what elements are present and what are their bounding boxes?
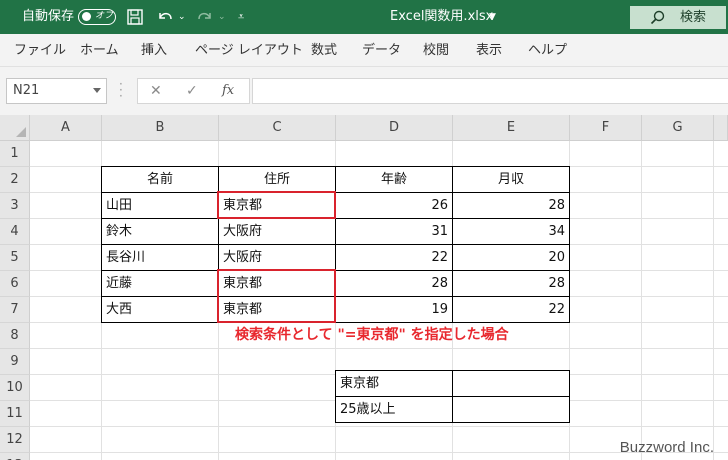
gridline (30, 426, 728, 427)
table-cell[interactable]: 長谷川 (101, 244, 219, 271)
tab-file[interactable]: ファイル (14, 34, 66, 67)
tab-page-layout[interactable]: ページ レイアウト (195, 34, 303, 67)
name-box-value: N21 (13, 83, 40, 98)
row-header[interactable]: 13 (0, 453, 30, 460)
file-name: Excel関数用.xlsx (390, 9, 494, 24)
table-cell[interactable]: 22 (452, 296, 570, 323)
customize-toolbar-icon[interactable]: ⩡ (238, 0, 244, 34)
autosave-state: オフ (95, 11, 114, 21)
insert-function-icon[interactable]: fx (222, 79, 234, 103)
criteria-cell[interactable] (452, 396, 570, 423)
table-cell[interactable]: 鈴木 (101, 218, 219, 245)
column-header[interactable]: F (570, 115, 642, 141)
criteria-cell[interactable]: 25歳以上 (335, 396, 453, 423)
row-header[interactable]: 2 (0, 167, 30, 193)
undo-dropdown-icon[interactable]: ⌄ (178, 0, 186, 34)
tab-home[interactable]: ホーム (80, 34, 119, 67)
formula-input[interactable] (252, 78, 728, 104)
table-cell[interactable]: 26 (335, 192, 453, 219)
column-header[interactable] (714, 115, 728, 141)
column-header[interactable]: A (30, 115, 102, 141)
column-header[interactable]: G (642, 115, 714, 141)
row-header[interactable]: 9 (0, 349, 30, 375)
gridline (713, 141, 714, 460)
column-header[interactable]: B (102, 115, 219, 141)
redo-icon[interactable] (196, 8, 214, 26)
cancel-icon[interactable]: ✕ (150, 79, 162, 103)
enter-icon[interactable]: ✓ (186, 79, 198, 103)
watermark: Buzzword Inc. (619, 439, 714, 456)
table-header-name[interactable]: 名前 (101, 166, 219, 193)
tab-view[interactable]: 表示 (476, 34, 502, 67)
table-cell[interactable]: 31 (335, 218, 453, 245)
autosave-toggle[interactable]: オフ (78, 9, 116, 25)
tab-insert[interactable]: 挿入 (141, 34, 167, 67)
highlight-box (217, 269, 336, 323)
row-header[interactable]: 7 (0, 297, 30, 323)
undo-icon[interactable] (156, 8, 174, 26)
redo-dropdown-icon[interactable]: ⌄ (218, 0, 226, 34)
column-header[interactable]: E (453, 115, 570, 141)
table-header-address[interactable]: 住所 (218, 166, 336, 193)
annotation-text: 検索条件として "=東京都" を指定した場合 (235, 327, 509, 343)
highlight-box (217, 191, 336, 219)
tab-review[interactable]: 校閲 (423, 34, 449, 67)
row-header[interactable]: 10 (0, 375, 30, 401)
table-cell[interactable]: 19 (335, 296, 453, 323)
gridline (641, 141, 642, 460)
select-all-corner[interactable] (0, 115, 30, 141)
title-bar: 自動保存 オフ ⌄ ⌄ ⩡ Excel関数用.xlsx ▼ 検索 (0, 0, 728, 34)
search-box[interactable]: 検索 (630, 6, 726, 29)
toggle-knob-icon (82, 12, 91, 21)
table-cell[interactable]: 大阪府 (218, 218, 336, 245)
table-header-income[interactable]: 月収 (452, 166, 570, 193)
table-cell[interactable]: 34 (452, 218, 570, 245)
criteria-cell[interactable]: 東京都 (335, 370, 453, 397)
filename-dropdown-icon[interactable]: ▼ (489, 0, 496, 34)
row-header[interactable]: 12 (0, 427, 30, 453)
tab-help[interactable]: ヘルプ (528, 34, 567, 67)
table-cell[interactable]: 近藤 (101, 270, 219, 297)
more-icon[interactable]: · · · (119, 78, 123, 102)
row-header[interactable]: 6 (0, 271, 30, 297)
row-header[interactable]: 5 (0, 245, 30, 271)
table-cell[interactable]: 大西 (101, 296, 219, 323)
search-label: 検索 (680, 10, 707, 25)
table-cell[interactable]: 山田 (101, 192, 219, 219)
formula-bar: N21 · · · ✕ ✓ fx (0, 67, 728, 115)
table-cell[interactable]: 28 (335, 270, 453, 297)
table-cell[interactable]: 22 (335, 244, 453, 271)
row-header[interactable]: 8 (0, 323, 30, 349)
table-cell[interactable]: 28 (452, 270, 570, 297)
row-header[interactable]: 4 (0, 219, 30, 245)
column-header[interactable]: D (336, 115, 453, 141)
worksheet-grid[interactable]: A B C D E F G 1 2 3 4 5 6 7 8 9 10 11 12… (0, 115, 728, 460)
table-cell[interactable]: 28 (452, 192, 570, 219)
search-icon (650, 10, 665, 25)
tab-formulas[interactable]: 数式 (311, 34, 337, 67)
gridline (30, 348, 728, 349)
table-header-age[interactable]: 年齢 (335, 166, 453, 193)
chevron-down-icon[interactable] (93, 88, 101, 93)
table-cell[interactable]: 20 (452, 244, 570, 271)
tab-data[interactable]: データ (362, 34, 401, 67)
row-header[interactable]: 1 (0, 141, 30, 167)
ribbon-tabs: ファイル ホーム 挿入 ページ レイアウト 数式 データ 校閲 表示 ヘルプ (0, 34, 728, 67)
autosave-label: 自動保存 (22, 9, 75, 24)
row-header[interactable]: 3 (0, 193, 30, 219)
row-header[interactable]: 11 (0, 401, 30, 427)
formula-buttons: ✕ ✓ fx (137, 78, 250, 104)
save-icon[interactable] (126, 8, 144, 26)
name-box[interactable]: N21 (6, 78, 107, 104)
criteria-cell[interactable] (452, 370, 570, 397)
select-all-icon (16, 127, 26, 137)
column-header[interactable]: C (219, 115, 336, 141)
table-cell[interactable]: 大阪府 (218, 244, 336, 271)
